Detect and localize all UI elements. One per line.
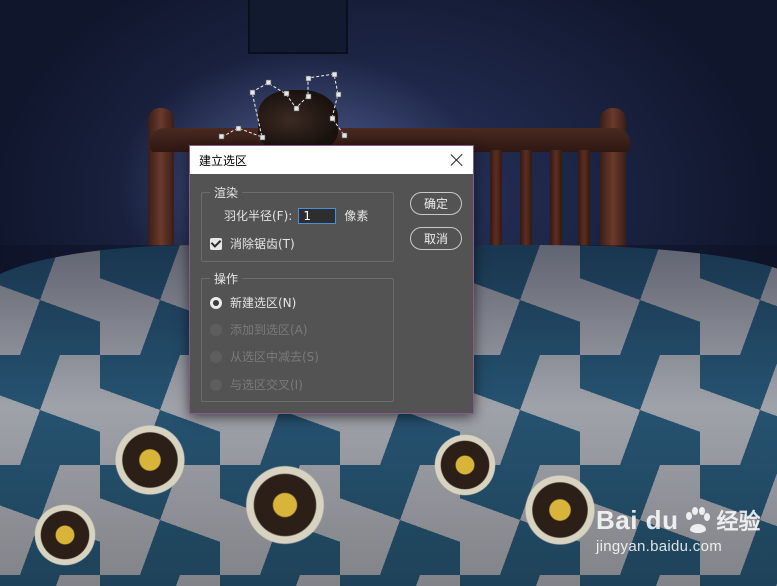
radio-add-to-selection: 添加到选区(A) <box>210 321 308 338</box>
feather-label: 羽化半径(F): <box>224 209 293 223</box>
radio-label: 从选区中减去(S) <box>230 350 319 364</box>
baidu-paw-icon <box>686 507 711 533</box>
feather-row: 羽化半径(F): 像素 <box>224 207 368 224</box>
jingyan-text: 经验 <box>716 510 761 535</box>
dialog-titlebar[interactable]: 建立选区 <box>190 146 473 174</box>
ok-button[interactable]: 确定 <box>410 192 462 215</box>
feather-unit: 像素 <box>344 209 369 223</box>
render-group-title: 渲染 <box>210 184 243 201</box>
radio-label: 添加到选区(A) <box>230 323 308 337</box>
radio-button-disabled <box>210 378 222 391</box>
watermark-url: jingyan.baidu.com <box>596 538 723 555</box>
make-selection-dialog: 建立选区 渲染 羽化半径(F): 像素 消除锯齿(T) 操作 新建选区(N) 添… <box>189 145 474 414</box>
cancel-button[interactable]: 取消 <box>410 227 462 250</box>
radio-new-selection[interactable]: 新建选区(N) <box>210 294 296 311</box>
radio-button-selected[interactable] <box>210 296 222 309</box>
radio-button-disabled <box>210 323 222 336</box>
baidu-logo-text: Bai du <box>596 504 679 535</box>
radio-intersect-selection: 与选区交叉(I) <box>210 376 303 393</box>
radio-label: 与选区交叉(I) <box>230 378 303 392</box>
dialog-title: 建立选区 <box>199 153 248 168</box>
antialias-row[interactable]: 消除锯齿(T) <box>210 235 295 252</box>
close-icon[interactable] <box>450 153 464 167</box>
feather-radius-input[interactable] <box>298 207 337 224</box>
radio-label[interactable]: 新建选区(N) <box>230 294 296 311</box>
baidu-jingyan-watermark: Bai du 经验 jingyan.baidu.com <box>596 504 761 556</box>
operation-group-title: 操作 <box>210 270 243 287</box>
radio-subtract-from-selection: 从选区中减去(S) <box>210 348 319 365</box>
antialias-checkbox[interactable] <box>210 237 222 250</box>
antialias-label[interactable]: 消除锯齿(T) <box>230 235 295 252</box>
radio-button-disabled <box>210 350 222 363</box>
